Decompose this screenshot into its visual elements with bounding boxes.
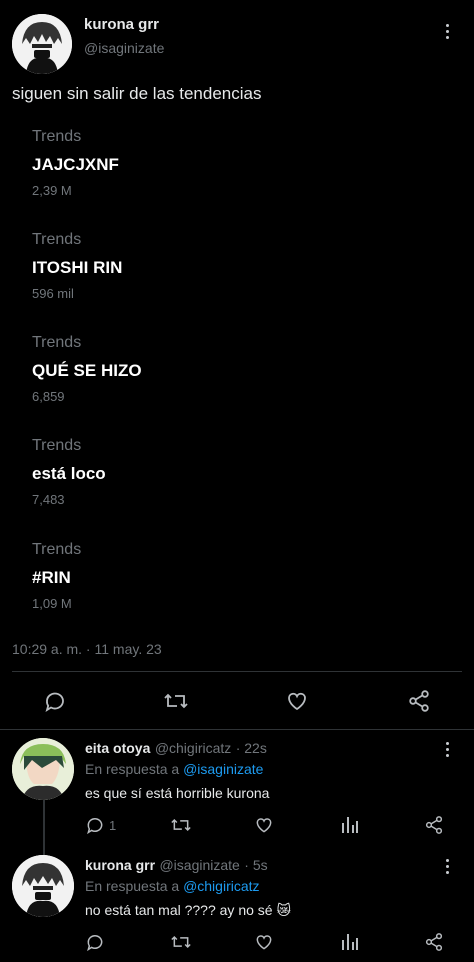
more-icon[interactable]	[446, 24, 452, 42]
reply-context: En respuesta a @chigiricatz	[85, 878, 260, 894]
trend-item[interactable]: Trends #RIN 1,09 M	[32, 541, 432, 611]
reply-icon[interactable]: 1	[85, 815, 116, 835]
reply-author-name[interactable]: eita otoya	[85, 740, 150, 756]
reply-context: En respuesta a @isaginizate	[85, 761, 263, 777]
trend-name: está loco	[32, 464, 106, 483]
trend-name: ITOSHI RIN	[32, 258, 123, 277]
divider	[0, 729, 474, 730]
trend-label: Trends	[32, 231, 82, 248]
stats-icon[interactable]	[340, 815, 360, 835]
reply-icon[interactable]	[85, 932, 105, 952]
author-name[interactable]: kurona grr	[84, 16, 159, 33]
author-handle[interactable]: @isaginizate	[84, 40, 164, 56]
thread-line	[43, 800, 45, 855]
divider	[12, 671, 462, 672]
like-icon[interactable]	[254, 932, 274, 952]
retweet-icon[interactable]	[170, 932, 192, 952]
more-icon[interactable]	[446, 859, 452, 877]
trend-label: Trends	[32, 334, 82, 351]
reply-header: eita otoya @chigiricatz · 22s	[85, 740, 267, 758]
author-avatar[interactable]	[12, 14, 72, 74]
tweet-text: siguen sin salir de las tendencias	[12, 84, 262, 103]
reply-text: es que sí está horrible kurona	[85, 785, 270, 801]
trend-count: 7,483	[32, 492, 65, 507]
trend-count: 2,39 M	[32, 183, 72, 198]
share-icon[interactable]	[407, 689, 431, 713]
trend-item[interactable]: Trends ITOSHI RIN 596 mil	[32, 231, 432, 301]
reply-mention[interactable]: @chigiricatz	[183, 878, 259, 894]
trend-name: JAJCJXNF	[32, 155, 119, 174]
trend-item[interactable]: Trends JAJCJXNF 2,39 M	[32, 128, 432, 198]
share-icon[interactable]	[424, 932, 444, 952]
trend-label: Trends	[32, 541, 82, 558]
reply-avatar[interactable]	[12, 855, 74, 917]
like-icon[interactable]	[285, 689, 309, 713]
retweet-icon[interactable]	[170, 815, 192, 835]
tweet-timestamp[interactable]: 10:29 a. m. · 11 may. 23	[12, 641, 162, 657]
reply-icon[interactable]	[43, 689, 67, 713]
retweet-icon[interactable]	[163, 689, 189, 713]
trend-name: QUÉ SE HIZO	[32, 361, 142, 380]
trend-item[interactable]: Trends está loco 7,483	[32, 437, 432, 507]
reply-header: kurona grr @isaginizate · 5s	[85, 857, 268, 875]
reply-author-handle[interactable]: @isaginizate	[159, 857, 239, 873]
trend-count: 596 mil	[32, 286, 74, 301]
trend-count: 6,859	[32, 389, 65, 404]
reply-mention[interactable]: @isaginizate	[183, 761, 263, 777]
reply-prefix: En respuesta a	[85, 878, 180, 894]
more-icon[interactable]	[446, 742, 452, 760]
share-icon[interactable]	[424, 815, 444, 835]
trend-name: #RIN	[32, 568, 71, 587]
reply-author-name[interactable]: kurona grr	[85, 857, 155, 873]
reply-count: 1	[109, 817, 117, 833]
trend-label: Trends	[32, 128, 82, 145]
like-icon[interactable]	[254, 815, 274, 835]
stats-icon[interactable]	[340, 932, 360, 952]
trend-label: Trends	[32, 437, 82, 454]
reply-prefix: En respuesta a	[85, 761, 180, 777]
reply-text: no está tan mal ???? ay no sé 😿	[85, 902, 292, 918]
reply-time: · 22s	[235, 740, 267, 756]
reply-author-handle[interactable]: @chigiricatz	[155, 740, 231, 756]
trend-item[interactable]: Trends QUÉ SE HIZO 6,859	[32, 334, 432, 404]
reply-time: · 5s	[244, 857, 268, 873]
reply-avatar[interactable]	[12, 738, 74, 800]
trend-count: 1,09 M	[32, 596, 72, 611]
